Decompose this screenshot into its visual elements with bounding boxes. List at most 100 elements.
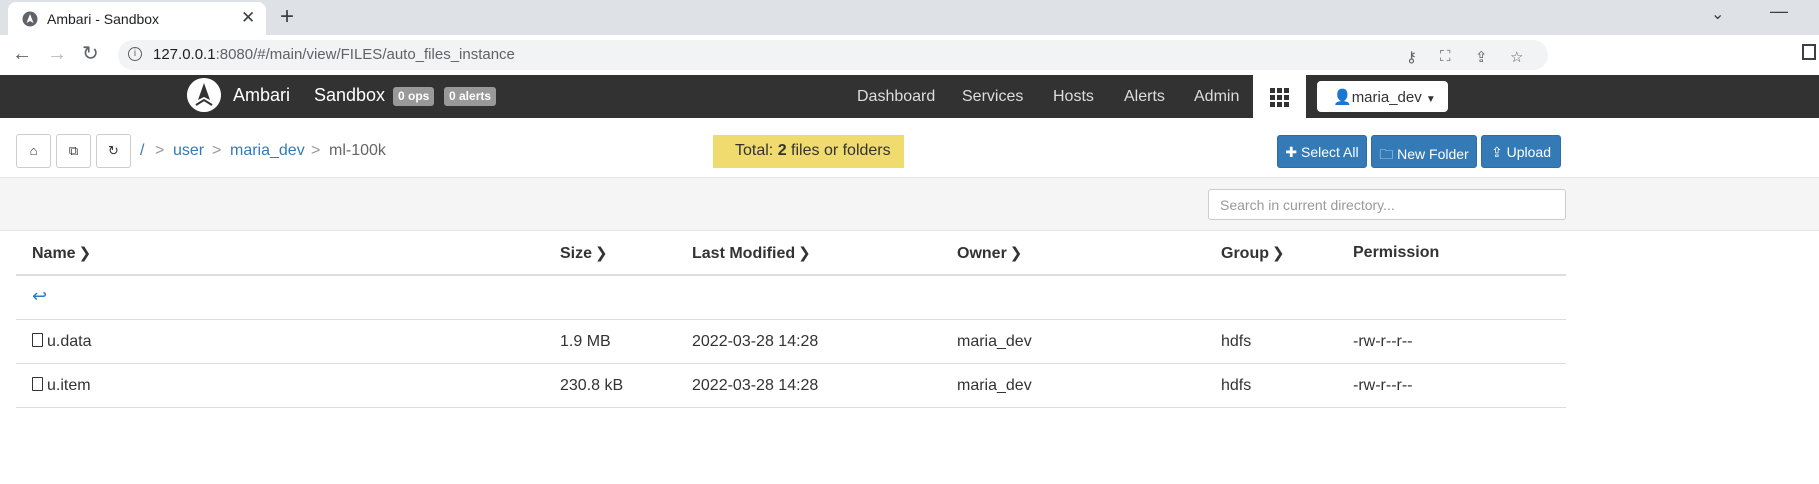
- total-prefix: Total:: [735, 142, 778, 159]
- upload-icon: ⇪: [1491, 144, 1503, 160]
- cluster-name[interactable]: Sandbox: [314, 85, 385, 106]
- column-size-label: Size: [560, 245, 593, 262]
- nav-dashboard[interactable]: Dashboard: [857, 88, 935, 106]
- column-permission-label: Permission: [1353, 244, 1440, 261]
- browser-tabstrip: Ambari - Sandbox ✕ + ⌄ —: [0, 0, 1819, 35]
- parent-directory-row[interactable]: ↩: [16, 276, 1566, 320]
- total-count: 2: [777, 142, 787, 159]
- chevron-right-icon: ❯: [798, 245, 811, 262]
- nav-alerts[interactable]: Alerts: [1124, 88, 1165, 106]
- table-row[interactable]: u.data 1.9 MB 2022-03-28 14:28 maria_dev…: [16, 320, 1566, 364]
- tab-search-chevron-icon[interactable]: ⌄: [1711, 4, 1724, 24]
- new-tab-icon[interactable]: +: [280, 3, 294, 31]
- home-button[interactable]: ⌂: [16, 134, 51, 168]
- share-icon[interactable]: ⇪: [1475, 48, 1488, 66]
- site-info-icon[interactable]: i: [128, 47, 142, 61]
- tab-title: Ambari - Sandbox: [47, 11, 160, 27]
- reload-icon[interactable]: ↻: [82, 43, 99, 65]
- user-icon: 👤: [1333, 89, 1352, 106]
- refresh-button[interactable]: ↻: [96, 134, 131, 168]
- copy-icon: ⧉: [68, 143, 79, 158]
- nav-admin[interactable]: Admin: [1194, 88, 1239, 106]
- total-count-banner: Total: 2 files or folders: [713, 135, 904, 168]
- file-name: u.data: [47, 333, 92, 350]
- browser-toolbar: ← → ↻ i 127.0.0.1:8080/#/main/view/FILES…: [0, 35, 1819, 75]
- breadcrumb-separator: >: [212, 142, 222, 159]
- url-host: 127.0.0.1: [153, 46, 216, 63]
- file-modified-cell: 2022-03-28 14:28: [692, 377, 819, 394]
- file-group-cell: hdfs: [1221, 377, 1252, 394]
- key-icon[interactable]: ⚷: [1406, 48, 1417, 66]
- upload-button[interactable]: ⇪ Upload: [1481, 135, 1561, 168]
- nav-hosts[interactable]: Hosts: [1053, 88, 1094, 106]
- new-folder-label: New Folder: [1397, 146, 1469, 162]
- minimize-icon[interactable]: —: [1770, 1, 1788, 22]
- file-owner-cell: maria_dev: [957, 333, 1032, 350]
- chevron-right-icon: ❯: [1009, 245, 1023, 262]
- file-icon: [32, 377, 43, 391]
- reply-back-icon[interactable]: ↩: [32, 286, 47, 307]
- chevron-right-icon: ❯: [595, 245, 608, 262]
- upload-label: Upload: [1506, 144, 1551, 160]
- chevron-right-icon: ❯: [1272, 245, 1285, 262]
- browser-tab[interactable]: Ambari - Sandbox ✕: [8, 2, 266, 35]
- column-header-name[interactable]: Name ❯: [32, 244, 91, 263]
- column-header-last-modified[interactable]: Last Modified ❯: [692, 244, 811, 263]
- file-modified-cell: 2022-03-28 14:28: [692, 333, 819, 350]
- breadcrumb-root[interactable]: /: [140, 142, 144, 160]
- ambari-logo-icon[interactable]: [187, 78, 221, 112]
- column-header-permission: Permission: [1353, 244, 1439, 262]
- column-header-size[interactable]: Size ❯: [560, 244, 608, 263]
- bookmark-star-icon[interactable]: ☆: [1510, 48, 1523, 66]
- side-panel-icon[interactable]: [1802, 44, 1816, 60]
- translate-icon[interactable]: ⛶: [1440, 48, 1451, 65]
- select-all-label: Select All: [1301, 144, 1359, 160]
- breadcrumb-separator: >: [311, 142, 321, 159]
- views-menu-button[interactable]: [1253, 75, 1306, 118]
- user-name: maria_dev: [1351, 89, 1422, 106]
- file-size-cell: 230.8 kB: [560, 377, 624, 394]
- table-header: Name ❯ Size ❯ Last Modified ❯ Owner ❯ Group ❯…: [16, 231, 1566, 276]
- breadcrumb-separator: >: [155, 142, 165, 159]
- select-all-button[interactable]: ✚ Select All: [1277, 135, 1367, 168]
- refresh-icon: ↻: [108, 143, 119, 158]
- breadcrumb-maria-dev[interactable]: maria_dev: [230, 142, 305, 160]
- column-name-label: Name: [32, 245, 76, 262]
- address-bar[interactable]: i 127.0.0.1:8080/#/main/view/FILES/auto_…: [118, 40, 1548, 70]
- ambari-favicon-icon: [22, 11, 38, 27]
- files-toolbar: ⌂ ⧉ ↻ / > user > maria_dev > ml-100k Tot…: [0, 118, 1819, 178]
- column-header-group[interactable]: Group ❯: [1221, 244, 1285, 263]
- close-tab-icon[interactable]: ✕: [241, 8, 255, 28]
- file-name-cell[interactable]: u.item: [32, 377, 91, 395]
- column-header-owner[interactable]: Owner ❯: [957, 244, 1022, 263]
- search-input[interactable]: [1208, 189, 1566, 220]
- file-permission-cell: -rw-r--r--: [1353, 377, 1413, 394]
- ops-badge[interactable]: 0 ops: [393, 87, 435, 106]
- file-size-cell: 1.9 MB: [560, 333, 611, 350]
- column-modified-label: Last Modified: [692, 245, 796, 262]
- url-text: 127.0.0.1:8080/#/main/view/FILES/auto_fi…: [153, 46, 515, 63]
- file-owner-cell: maria_dev: [957, 377, 1032, 394]
- table-row[interactable]: u.item 230.8 kB 2022-03-28 14:28 maria_d…: [16, 364, 1566, 408]
- file-permission-cell: -rw-r--r--: [1353, 333, 1413, 350]
- ambari-header: Ambari Sandbox 0 ops 0 alerts Dashboard …: [0, 75, 1819, 118]
- search-row: [0, 178, 1819, 231]
- breadcrumb-user[interactable]: user: [173, 142, 204, 160]
- user-menu-button[interactable]: 👤maria_dev ▼: [1317, 81, 1448, 112]
- url-path: :8080/#/main/view/FILES/auto_files_insta…: [215, 46, 515, 63]
- plus-icon: ✚: [1285, 144, 1298, 160]
- file-name-cell[interactable]: u.data: [32, 333, 91, 351]
- copy-path-button[interactable]: ⧉: [56, 134, 91, 168]
- file-group-cell: hdfs: [1221, 333, 1252, 350]
- caret-down-icon: ▼: [1425, 94, 1436, 105]
- forward-arrow-icon[interactable]: →: [47, 43, 67, 65]
- file-icon: [32, 333, 43, 347]
- chevron-right-icon: ❯: [78, 245, 92, 262]
- alerts-badge[interactable]: 0 alerts: [444, 87, 497, 106]
- column-group-label: Group: [1221, 245, 1269, 262]
- total-suffix: files or folders: [786, 142, 891, 159]
- nav-services[interactable]: Services: [962, 88, 1023, 106]
- back-arrow-icon[interactable]: ←: [12, 43, 32, 65]
- brand-name[interactable]: Ambari: [233, 85, 290, 106]
- new-folder-button[interactable]: 🗀 New Folder: [1371, 135, 1477, 168]
